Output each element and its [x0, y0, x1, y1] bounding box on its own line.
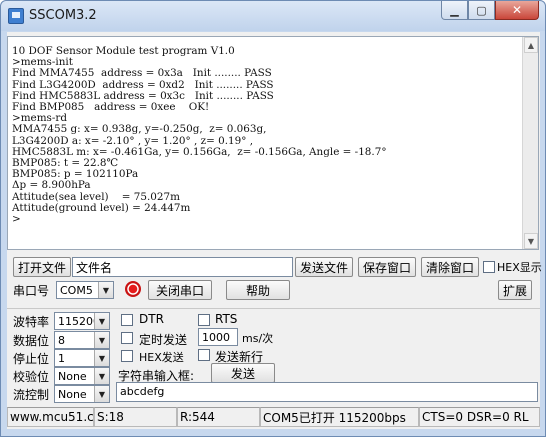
send-text-input[interactable]: abcdefg	[116, 382, 538, 402]
receive-terminal[interactable]: 10 DOF Sensor Module test program V1.0 >m…	[7, 36, 539, 250]
stopbits-label: 停止位	[13, 352, 50, 366]
maximize-button[interactable]: ▢	[468, 1, 495, 20]
hex-send-checkbox[interactable]	[121, 350, 133, 362]
filename-input[interactable]: 文件名	[72, 257, 293, 277]
expand-button[interactable]: 扩展	[498, 280, 532, 300]
chevron-down-icon: ▼	[94, 386, 109, 402]
rts-label: RTS	[215, 312, 238, 326]
minimize-icon: ▁	[450, 3, 459, 17]
send-button[interactable]: 发送	[211, 363, 275, 383]
send-file-button[interactable]: 发送文件	[295, 257, 353, 277]
timed-send-label: 定时发送	[139, 333, 188, 347]
flow-value: None	[58, 387, 87, 401]
stopbits-select[interactable]: 1 ▼	[54, 349, 110, 367]
clear-window-button[interactable]: 清除窗口	[421, 257, 479, 277]
rts-checkbox[interactable]	[198, 314, 210, 326]
send-newline-checkbox[interactable]	[198, 349, 210, 361]
terminal-line: Attitude(ground level) = 24.447m	[12, 201, 191, 214]
close-icon: ✕	[511, 3, 523, 17]
terminal-line: >	[12, 213, 21, 226]
terminal-line: Δp = 8.900hPa	[12, 179, 91, 192]
close-port-button[interactable]: 关闭串口	[148, 280, 212, 300]
chevron-down-icon: ▼	[94, 313, 109, 329]
baud-select[interactable]: 115200 ▼	[54, 312, 110, 330]
terminal-line: MMA7455 g: x= 0.938g, y=-0.250g, z= 0.06…	[12, 123, 267, 136]
scroll-down-arrow-icon[interactable]: ▼	[524, 233, 538, 249]
port-value: COM5	[60, 283, 93, 297]
close-button[interactable]: ✕	[495, 1, 539, 20]
chevron-down-icon: ▼	[94, 350, 109, 366]
databits-value: 8	[58, 333, 65, 347]
window-controls: ▁ ▢ ✕	[441, 1, 539, 21]
terminal-line: Find MMA7455 address = 0x3a Init .......…	[12, 67, 272, 80]
parity-label: 校验位	[13, 370, 50, 384]
dtr-checkbox[interactable]	[121, 314, 133, 326]
chevron-down-icon: ▼	[94, 332, 109, 348]
scroll-up-arrow-icon[interactable]: ▲	[524, 37, 538, 53]
parity-select[interactable]: None ▼	[54, 367, 110, 385]
terminal-line: 10 DOF Sensor Module test program V1.0	[12, 45, 235, 57]
port-label: 串口号	[13, 284, 50, 298]
received-count: R:544	[177, 407, 260, 427]
port-state: COM5已打开 115200bps	[260, 407, 419, 427]
dtr-label: DTR	[139, 312, 164, 326]
hex-display-checkbox[interactable]	[483, 261, 495, 273]
window-title: SSCOM3.2	[29, 8, 97, 23]
hex-display-label: HEX显示	[497, 261, 542, 274]
terminal-line: Find BMP085 address = 0xee OK!	[12, 101, 210, 114]
title-bar[interactable]: SSCOM3.2 ▁ ▢ ✕	[1, 1, 545, 31]
client-area: 10 DOF Sensor Module test program V1.0 > m…	[7, 32, 542, 429]
save-window-button[interactable]: 保存窗口	[358, 257, 416, 277]
terminal-scrollbar[interactable]: ▲ ▼	[522, 37, 538, 249]
interval-unit: ms/次	[242, 332, 274, 345]
signal-state: CTS=0 DSR=0 RL	[419, 407, 540, 427]
help-button[interactable]: 帮助	[226, 280, 290, 300]
flow-select[interactable]: None ▼	[54, 385, 110, 403]
maximize-icon: ▢	[476, 3, 487, 17]
port-select[interactable]: COM5 ▼	[56, 281, 114, 299]
app-window: SSCOM3.2 ▁ ▢ ✕ 10 DOF Sensor Module test…	[0, 0, 546, 437]
minimize-button[interactable]: ▁	[441, 1, 468, 20]
parity-value: None	[58, 369, 87, 383]
chevron-down-icon: ▼	[94, 368, 109, 384]
interval-input[interactable]: 1000	[198, 328, 238, 346]
app-icon	[8, 8, 24, 24]
flow-label: 流控制	[13, 388, 50, 402]
databits-select[interactable]: 8 ▼	[54, 331, 110, 349]
stopbits-value: 1	[58, 351, 65, 365]
databits-label: 数据位	[13, 334, 50, 348]
chevron-down-icon: ▼	[98, 282, 113, 298]
baud-label: 波特率	[13, 315, 50, 329]
website-link[interactable]: www.mcu51.cor	[7, 407, 94, 427]
timed-send-checkbox[interactable]	[121, 332, 133, 344]
status-bar: www.mcu51.cor S:18 R:544 COM5已打开 115200b…	[7, 407, 540, 427]
sent-count: S:18	[94, 407, 177, 427]
hex-send-label: HEX发送	[139, 351, 184, 364]
open-file-button[interactable]: 打开文件	[13, 257, 71, 277]
port-status-led-icon	[125, 281, 141, 297]
terminal-output: 10 DOF Sensor Module test program V1.0 >m…	[12, 45, 520, 226]
